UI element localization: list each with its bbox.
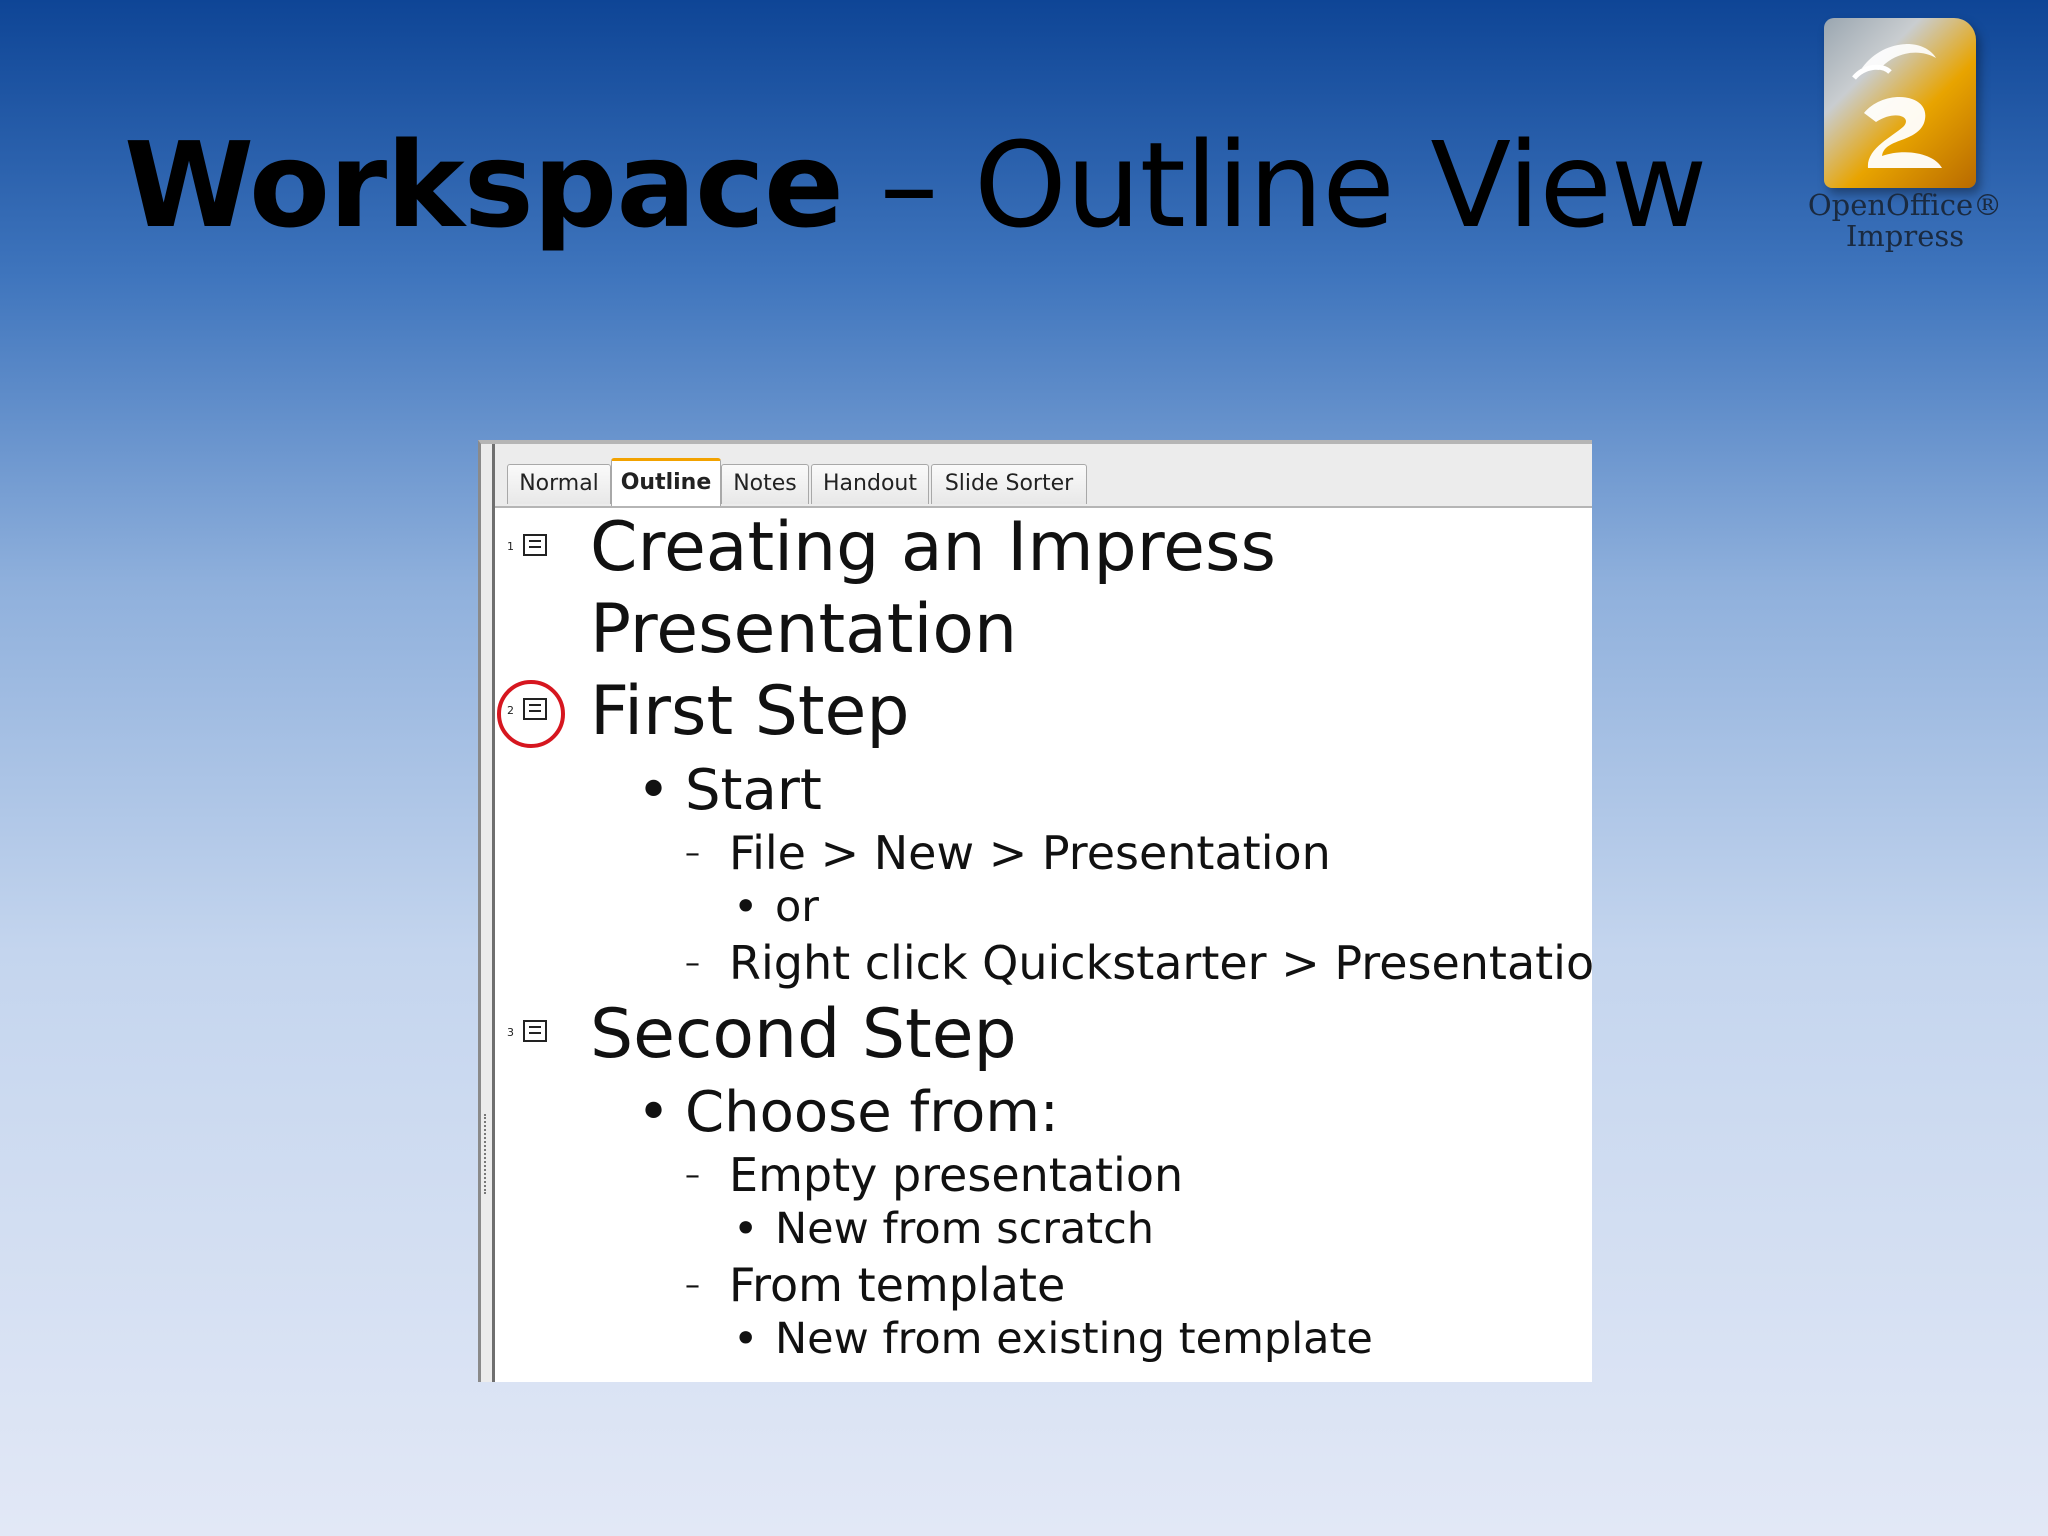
slide-title-strong: Workspace bbox=[124, 116, 844, 254]
slide-icon bbox=[523, 534, 547, 556]
slide-2-icon[interactable]: 2 bbox=[507, 698, 555, 738]
outline-item-text: Choose from: bbox=[685, 1080, 1059, 1145]
outline-item-right-click[interactable]: – Right click Quickstarter > Presentation bbox=[685, 936, 1592, 990]
vertical-ruler bbox=[481, 444, 495, 1382]
slide-3-title[interactable]: Second Step bbox=[590, 995, 1017, 1074]
outline-item-choose-from[interactable]: • Choose from: bbox=[637, 1080, 1059, 1145]
outline-item-text: New from existing template bbox=[775, 1314, 1373, 1364]
dash-marker: – bbox=[685, 836, 700, 871]
outline-view-window: Normal Outline Notes Handout Slide Sorte… bbox=[478, 440, 1592, 1382]
slide-2-title[interactable]: First Step bbox=[590, 672, 910, 751]
outline-item-text: New from scratch bbox=[775, 1204, 1155, 1254]
openoffice-impress-logo: OpenOffice® Impress bbox=[1800, 18, 2010, 258]
dash-marker: – bbox=[685, 1158, 700, 1193]
dash-marker: – bbox=[685, 946, 700, 981]
outline-item-text: Start bbox=[685, 758, 822, 823]
tab-notes[interactable]: Notes bbox=[721, 464, 809, 504]
slide-1-number: 1 bbox=[507, 540, 514, 553]
outline-item-new-from-scratch[interactable]: • New from scratch bbox=[733, 1204, 1154, 1254]
outline-item-text: File > New > Presentation bbox=[729, 826, 1331, 880]
bullet-marker: • bbox=[733, 882, 759, 932]
ruler-ticks bbox=[484, 1114, 492, 1194]
outline-item-new-from-existing[interactable]: • New from existing template bbox=[733, 1314, 1373, 1364]
slide-2-number: 2 bbox=[507, 704, 514, 717]
view-tab-bar: Normal Outline Notes Handout Slide Sorte… bbox=[495, 444, 1592, 508]
slide-3-number: 3 bbox=[507, 1026, 514, 1039]
tab-handout[interactable]: Handout bbox=[811, 464, 929, 504]
bullet-marker: • bbox=[637, 758, 671, 823]
outline-item-from-template[interactable]: – From template bbox=[685, 1258, 1065, 1312]
tab-outline[interactable]: Outline bbox=[611, 458, 721, 506]
outline-item-text: or bbox=[775, 882, 819, 932]
slide-icon bbox=[523, 698, 547, 720]
outline-item-text: From template bbox=[729, 1258, 1066, 1312]
outline-item-text: Right click Quickstarter > Presentation bbox=[729, 936, 1592, 990]
outline-item-file-new[interactable]: – File > New > Presentation bbox=[685, 826, 1331, 880]
bullet-marker: • bbox=[733, 1314, 759, 1364]
logo-line1: OpenOffice® bbox=[1807, 188, 2003, 222]
slide-3-icon[interactable]: 3 bbox=[507, 1020, 555, 1060]
slide-1-title-line1[interactable]: Creating an Impress bbox=[590, 508, 1276, 587]
logo-line2: Impress bbox=[1845, 219, 1965, 253]
dash-marker: – bbox=[685, 1268, 700, 1303]
bullet-marker: • bbox=[733, 1204, 759, 1254]
slide-title-rest: – Outline View bbox=[843, 116, 1708, 254]
openoffice-logo-icon bbox=[1824, 18, 1976, 188]
slide-1-title-line2[interactable]: Presentation bbox=[590, 590, 1017, 669]
outline-content[interactable]: 1 Creating an Impress Presentation 2 Fir… bbox=[495, 508, 1592, 1382]
slide-1-icon[interactable]: 1 bbox=[507, 534, 555, 574]
bullet-marker: • bbox=[637, 1080, 671, 1145]
tab-normal[interactable]: Normal bbox=[507, 464, 611, 504]
outline-item-or[interactable]: • or bbox=[733, 882, 819, 932]
slide-title: Workspace – Outline View bbox=[124, 116, 1708, 254]
outline-item-text: Empty presentation bbox=[729, 1148, 1184, 1202]
slide-icon bbox=[523, 1020, 547, 1042]
outline-item-start[interactable]: • Start bbox=[637, 758, 822, 823]
tab-slide-sorter[interactable]: Slide Sorter bbox=[931, 464, 1087, 504]
outline-item-empty-presentation[interactable]: – Empty presentation bbox=[685, 1148, 1183, 1202]
